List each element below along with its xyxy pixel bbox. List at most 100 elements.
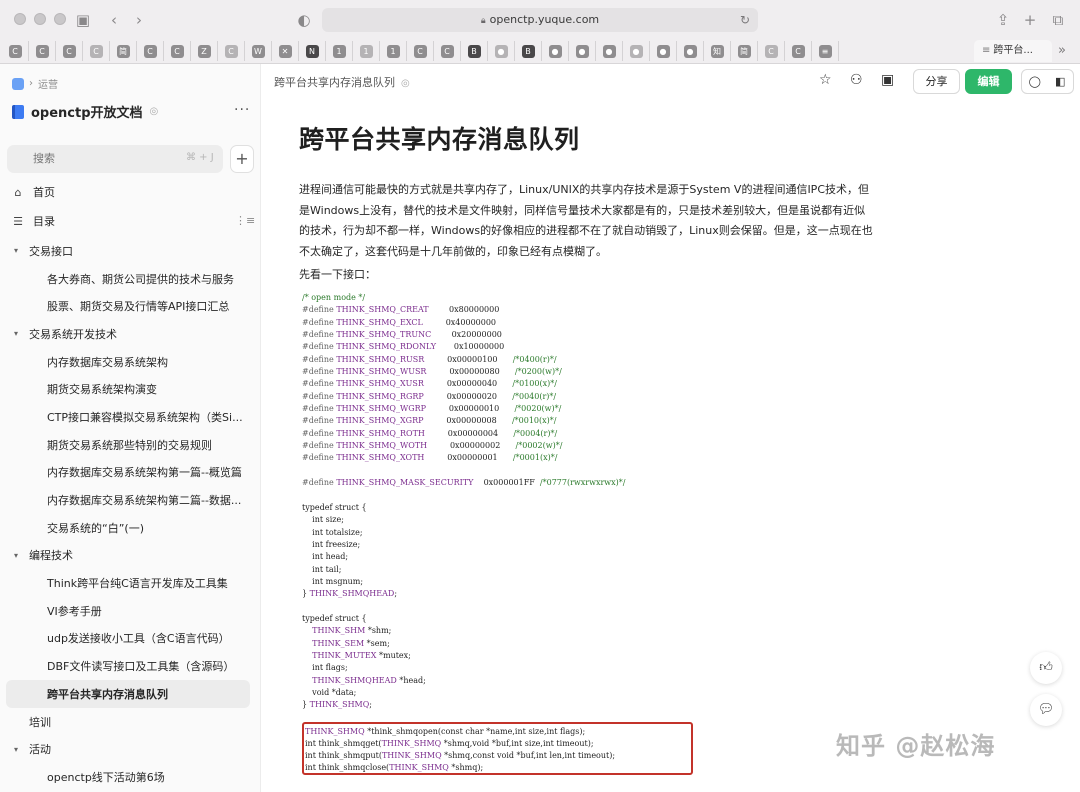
sidebar-group[interactable]: ▾ 活动 — [0, 735, 260, 763]
back-icon[interactable]: ‹ — [103, 9, 125, 31]
browser-tab[interactable]: C — [758, 41, 785, 61]
sidebar-group[interactable]: ▾ 编程技术 — [0, 542, 260, 570]
favicon-icon: ● — [602, 44, 616, 58]
panel-icon[interactable]: ◧ — [1048, 70, 1074, 93]
chevron-down-icon[interactable]: ▾ — [14, 551, 24, 560]
browser-tab[interactable]: 简 — [110, 41, 137, 61]
nav-toc-label: 目录 — [33, 215, 55, 228]
more-icon[interactable]: ··· — [234, 102, 250, 118]
edit-button[interactable]: 编辑 — [965, 69, 1012, 94]
sidebar-item[interactable]: 内存数据库交易系统架构 — [0, 348, 260, 376]
share-icon[interactable]: ⇪ — [992, 9, 1014, 31]
reload-icon[interactable]: ↻ — [740, 8, 750, 32]
browser-tab[interactable]: C — [56, 41, 83, 61]
sidebar-item-label: 编程技术 — [29, 549, 73, 563]
sidebar-item[interactable]: 跨平台共享内存消息队列 — [6, 680, 250, 708]
new-tab-icon[interactable]: + — [1019, 9, 1041, 31]
sidebar-item-label: 内存数据库交易系统架构 — [47, 355, 168, 369]
favicon-icon: C — [35, 44, 49, 58]
code-line: int flags; — [302, 663, 348, 673]
toc-settings-icon[interactable]: ⋮≡ — [235, 214, 255, 227]
comment-icon[interactable]: ◯ — [1022, 70, 1048, 93]
sidebar-item[interactable]: DBF文件读写接口及工具集（含源码） — [0, 652, 260, 680]
doc-toolbar: 跨平台共享内存消息队列 ◎ ☆ ⚇ ▣ 分享 编辑 ◯ ◧ — [262, 64, 1080, 98]
chevron-down-icon[interactable]: ▾ — [14, 246, 24, 255]
maximize-window-button[interactable] — [54, 13, 66, 25]
browser-tab[interactable]: W — [245, 41, 272, 61]
browser-tab[interactable]: C — [29, 41, 56, 61]
browser-tab[interactable]: C — [785, 41, 812, 61]
close-window-button[interactable] — [14, 13, 26, 25]
browser-tab[interactable]: ● — [542, 41, 569, 61]
browser-tab[interactable]: 1 — [326, 41, 353, 61]
browser-tab[interactable]: B — [515, 41, 542, 61]
browser-tab[interactable]: C — [434, 41, 461, 61]
sidebar-item[interactable]: openctp线下活动第6场 — [0, 763, 260, 791]
present-icon[interactable]: ▣ — [881, 72, 894, 88]
active-tab[interactable]: ≡ 跨平台... — [974, 40, 1052, 62]
nav-home[interactable]: ⌂ 首页 — [12, 184, 56, 200]
browser-tab[interactable]: C — [83, 41, 110, 61]
like-icon[interactable]: 👍︎ — [1030, 652, 1062, 684]
more-tabs-icon[interactable]: » — [1058, 40, 1066, 62]
intro-paragraph: 进程间通信可能最快的方式就是共享内存了，Linux/UNIX的共享内存技术是源于… — [299, 183, 873, 258]
comment-bubble-icon[interactable]: 💬︎ — [1030, 694, 1062, 726]
sidebar-item[interactable]: 各大券商、期货公司提供的技术与服务 — [0, 265, 260, 293]
favicon-icon: ● — [494, 44, 508, 58]
forward-icon[interactable]: › — [128, 9, 150, 31]
browser-tab[interactable]: C — [218, 41, 245, 61]
chevron-down-icon[interactable]: ▾ — [14, 745, 24, 754]
browser-tab[interactable]: 简 — [731, 41, 758, 61]
browser-tab[interactable]: ≡ — [812, 41, 839, 61]
sidebar-breadcrumb[interactable]: › 运营 — [12, 76, 58, 91]
browser-tab[interactable]: B — [461, 41, 488, 61]
nav-toc[interactable]: ☰ 目录 — [12, 213, 55, 229]
browser-tab[interactable]: ● — [650, 41, 677, 61]
sidebar-group[interactable]: ▾ 交易系统开发技术 — [0, 320, 260, 348]
browser-tab[interactable]: ● — [488, 41, 515, 61]
browser-tab[interactable]: Z — [191, 41, 218, 61]
address-bar[interactable]: 🔒︎ openctp.yuque.com ↻ — [322, 8, 758, 32]
browser-tab[interactable]: C — [164, 41, 191, 61]
star-icon[interactable]: ☆ — [819, 72, 832, 88]
browser-tab[interactable]: ● — [677, 41, 704, 61]
privacy-shield-icon[interactable]: ◐ — [293, 9, 315, 31]
share-button[interactable]: 分享 — [913, 69, 960, 94]
browser-tab[interactable]: C — [407, 41, 434, 61]
sidebar-item[interactable]: 股票、期货交易及行情等API接口汇总 — [0, 292, 260, 320]
favicon-icon: ≡ — [818, 44, 832, 58]
public-icon: ◎ — [149, 106, 159, 117]
book-header[interactable]: openctp开放文档 ◎ — [12, 102, 158, 121]
browser-tab[interactable]: ✕ — [272, 41, 299, 61]
code-line: #define THINK_SHMQ_RDONLY 0x10000000 — [302, 342, 505, 352]
sidebar-item[interactable]: 内存数据库交易系统架构第一篇--概览篇 — [0, 459, 260, 487]
browser-tab[interactable]: ● — [569, 41, 596, 61]
browser-tab[interactable]: 1 — [380, 41, 407, 61]
minimize-window-button[interactable] — [34, 13, 46, 25]
browser-tab[interactable]: C — [137, 41, 164, 61]
chevron-down-icon[interactable]: ▾ — [14, 329, 24, 338]
add-collaborator-icon[interactable]: ⚇ — [850, 72, 863, 88]
code-line: #define THINK_SHMQ_WGRP 0x00000010 /*002… — [302, 404, 562, 414]
code-line: /* open mode */ — [302, 293, 366, 302]
sidebar-item[interactable]: udp发送接收小工具（含C语言代码） — [0, 625, 260, 653]
browser-tab[interactable]: 知 — [704, 41, 731, 61]
sidebar-item[interactable]: 内存数据库交易系统架构第二篇--数据... — [0, 486, 260, 514]
sidebar-group[interactable]: ▾ 交易接口 — [0, 237, 260, 265]
browser-tab[interactable]: C — [2, 41, 29, 61]
sidebar-toggle-icon[interactable]: ▣ — [72, 9, 94, 31]
sidebar-item[interactable]: 培训 — [0, 708, 260, 736]
add-button[interactable]: + — [230, 145, 254, 173]
sidebar-item[interactable]: VI参考手册 — [0, 597, 260, 625]
sidebar-item[interactable]: Think跨平台纯C语言开发库及工具集 — [0, 569, 260, 597]
code-block: /* open mode */ #define THINK_SHMQ_CREAT … — [302, 292, 702, 712]
browser-tab[interactable]: N — [299, 41, 326, 61]
sidebar-item[interactable]: 交易系统的“白”(一) — [0, 514, 260, 542]
sidebar-item[interactable]: 期货交易系统架构演变 — [0, 375, 260, 403]
sidebar-item[interactable]: CTP接口兼容模拟交易系统架构（类Si... — [0, 403, 260, 431]
tab-overview-icon[interactable]: ⧉ — [1047, 9, 1069, 31]
sidebar-item[interactable]: 期货交易系统那些特别的交易规则 — [0, 431, 260, 459]
browser-tab[interactable]: 1 — [353, 41, 380, 61]
browser-tab[interactable]: ● — [596, 41, 623, 61]
browser-tab[interactable]: ● — [623, 41, 650, 61]
